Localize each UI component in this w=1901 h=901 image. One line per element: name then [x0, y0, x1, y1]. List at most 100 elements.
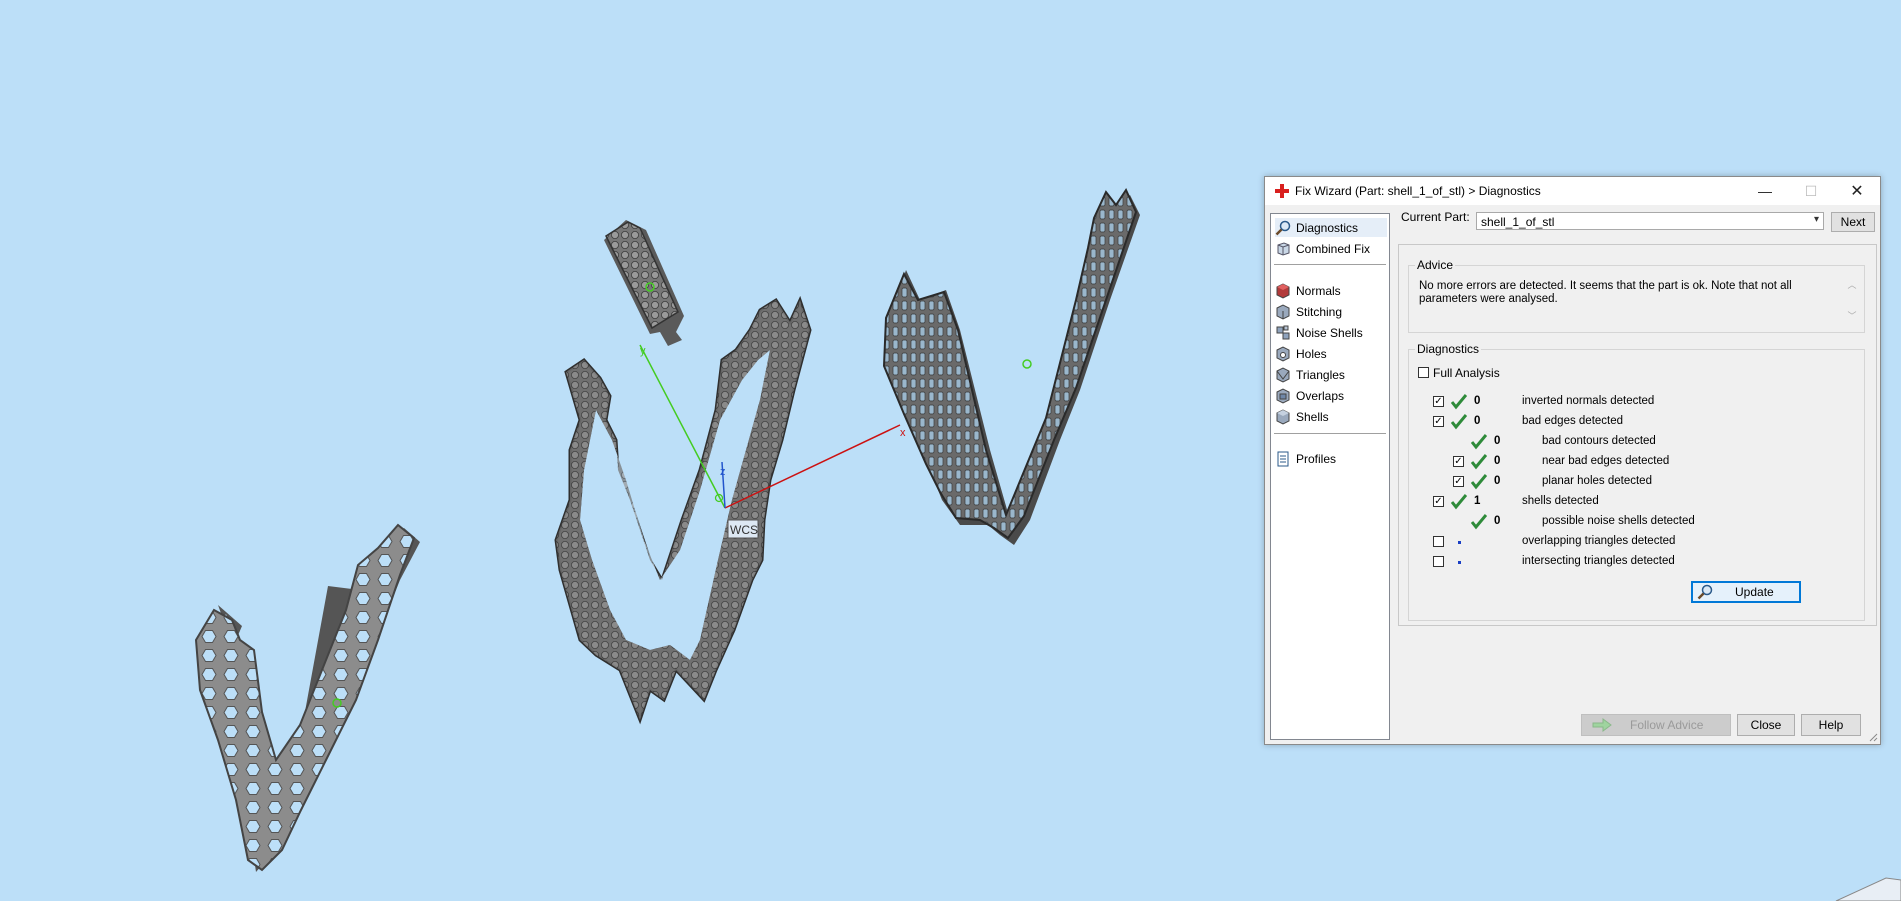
scroll-down-icon[interactable]: ﹀: [1846, 309, 1858, 322]
next-button[interactable]: Next: [1831, 212, 1875, 232]
nav-item-profiles[interactable]: Profiles: [1275, 449, 1387, 468]
diagnostics-group: Diagnostics Full Analysis ✓ 0 inverted n…: [1408, 342, 1865, 621]
not-analysed-icon: [1458, 541, 1461, 544]
close-icon: ✕: [1850, 183, 1864, 200]
diagnostic-label: overlapping triangles detected: [1522, 535, 1676, 547]
noise-shells-icon: [1275, 325, 1291, 341]
diagnostic-label: planar holes detected: [1542, 475, 1652, 487]
arrow-right-icon: [1592, 718, 1612, 732]
nav-item-triangles[interactable]: Triangles: [1275, 365, 1387, 384]
check-icon: [1471, 474, 1487, 490]
part-bubble-v[interactable]: [554, 295, 812, 725]
diagnostic-count: 0: [1494, 475, 1501, 487]
diagnostic-label: near bad edges detected: [1542, 455, 1670, 467]
holes-cube-icon: [1275, 345, 1291, 362]
stitching-cube-icon: [1275, 303, 1291, 320]
nav-item-combined-fix[interactable]: Combined Fix: [1275, 239, 1387, 258]
minimize-button[interactable]: —: [1742, 177, 1788, 205]
diagnostic-row-planar-holes: ✓ 0 planar holes detected: [1409, 474, 1849, 490]
overlaps-cube-icon: [1275, 387, 1291, 404]
y-axis-label: y: [640, 345, 646, 357]
diagnostic-row-shells: ✓ 1 shells detected: [1409, 494, 1849, 510]
advice-scrollbar[interactable]: ︿ ﹀: [1846, 278, 1858, 324]
check-icon: [1451, 394, 1467, 410]
diagnostic-label: bad contours detected: [1542, 435, 1656, 447]
follow-advice-label: Follow Advice: [1630, 718, 1704, 732]
check-icon: [1471, 514, 1487, 530]
nav-item-label: Triangles: [1296, 367, 1345, 382]
advice-title: Advice: [1415, 258, 1456, 272]
close-button[interactable]: Close: [1737, 714, 1795, 736]
diagnostic-checkbox[interactable]: ✓: [1433, 496, 1444, 507]
check-icon: [1451, 494, 1467, 510]
part-hex-v[interactable]: [194, 523, 420, 872]
nav-item-label: Normals: [1296, 283, 1341, 298]
x-axis-label: x: [900, 427, 906, 439]
full-analysis-checkbox[interactable]: [1418, 367, 1429, 378]
diagnostic-count: 0: [1474, 395, 1481, 407]
nav-item-holes[interactable]: Holes: [1275, 344, 1387, 363]
check-icon: [1471, 454, 1487, 470]
full-analysis-label: Full Analysis: [1433, 366, 1500, 380]
current-part-label: Current Part:: [1401, 210, 1470, 224]
nav-item-overlaps[interactable]: Overlaps: [1275, 386, 1387, 405]
diagnostic-label: shells detected: [1522, 495, 1599, 507]
normals-cube-icon: [1275, 282, 1291, 299]
check-icon: [1451, 414, 1467, 430]
nav-item-diagnostics[interactable]: Diagnostics: [1275, 218, 1387, 237]
chevron-down-icon: ▾: [1813, 214, 1819, 225]
red-cross-icon: [1275, 184, 1289, 198]
update-button-label: Update: [1735, 585, 1774, 599]
title-bar[interactable]: Fix Wizard (Part: shell_1_of_stl) > Diag…: [1265, 177, 1880, 205]
diagnostic-count: 0: [1494, 515, 1501, 527]
diagnostic-checkbox[interactable]: ✓: [1453, 456, 1464, 467]
current-part-value: shell_1_of_stl: [1481, 215, 1555, 229]
current-part-select[interactable]: shell_1_of_stl ▾: [1476, 212, 1824, 230]
shells-cube-icon: [1275, 408, 1291, 425]
wizard-nav: Diagnostics Combined Fix Normals Stitchi…: [1270, 213, 1390, 740]
nav-item-stitching[interactable]: Stitching: [1275, 302, 1387, 321]
view-cube-corner[interactable]: [1835, 877, 1901, 901]
nav-item-noise-shells[interactable]: Noise Shells: [1275, 323, 1387, 342]
nav-item-label: Diagnostics: [1296, 220, 1359, 235]
fix-wizard-dialog: Fix Wizard (Part: shell_1_of_stl) > Diag…: [1264, 176, 1881, 745]
close-button-label: Close: [1750, 718, 1782, 732]
close-window-button[interactable]: ✕: [1834, 177, 1880, 205]
profiles-icon: [1275, 451, 1291, 467]
diagnostic-row-intersecting-triangles: intersecting triangles detected: [1409, 554, 1849, 570]
diagnostic-checkbox[interactable]: ✓: [1453, 476, 1464, 487]
nav-item-label: Holes: [1296, 346, 1327, 361]
diagnostic-checkbox[interactable]: ✓: [1433, 396, 1444, 407]
nav-item-label: Combined Fix: [1296, 241, 1371, 256]
resize-grip-icon[interactable]: [1868, 732, 1878, 742]
check-icon: [1471, 434, 1487, 450]
scroll-up-icon[interactable]: ︿: [1846, 278, 1858, 291]
diagnostic-count: 0: [1494, 435, 1501, 447]
diagnostic-checkbox[interactable]: ✓: [1433, 416, 1444, 427]
diagnostic-row-overlapping-triangles: overlapping triangles detected: [1409, 534, 1849, 550]
nav-item-normals[interactable]: Normals: [1275, 281, 1387, 300]
diagnostic-row-near-bad-edges: ✓ 0 near bad edges detected: [1409, 454, 1849, 470]
magnifier-icon: [1697, 584, 1713, 600]
nav-item-shells[interactable]: Shells: [1275, 407, 1387, 426]
follow-advice-button[interactable]: Follow Advice: [1581, 714, 1731, 736]
wcs-label: WCS: [730, 523, 758, 537]
magnifier-icon: [1275, 220, 1291, 236]
part-cylinder[interactable]: [604, 220, 684, 346]
diagnostic-checkbox[interactable]: [1433, 556, 1444, 567]
maximize-button[interactable]: ☐: [1788, 177, 1834, 205]
diagnostic-checkbox[interactable]: [1433, 536, 1444, 547]
dialog-title: Fix Wizard (Part: shell_1_of_stl) > Diag…: [1295, 184, 1541, 198]
nav-item-label: Noise Shells: [1296, 325, 1363, 340]
diagnostic-row-bad-edges: ✓ 0 bad edges detected: [1409, 414, 1849, 430]
diagnostics-panel: Advice No more errors are detected. It s…: [1398, 244, 1877, 626]
diagnostic-count: 1: [1474, 495, 1481, 507]
diagnostic-row-noise-shells: 0 possible noise shells detected: [1409, 514, 1849, 530]
nav-item-label: Stitching: [1296, 304, 1343, 319]
help-button[interactable]: Help: [1801, 714, 1861, 736]
part-lattice-v[interactable]: [882, 187, 1140, 545]
diagnostic-row-inverted-normals: ✓ 0 inverted normals detected: [1409, 394, 1849, 410]
diagnostic-label: intersecting triangles detected: [1522, 555, 1675, 567]
nav-item-label: Overlaps: [1296, 388, 1345, 403]
update-button[interactable]: Update: [1691, 581, 1801, 603]
